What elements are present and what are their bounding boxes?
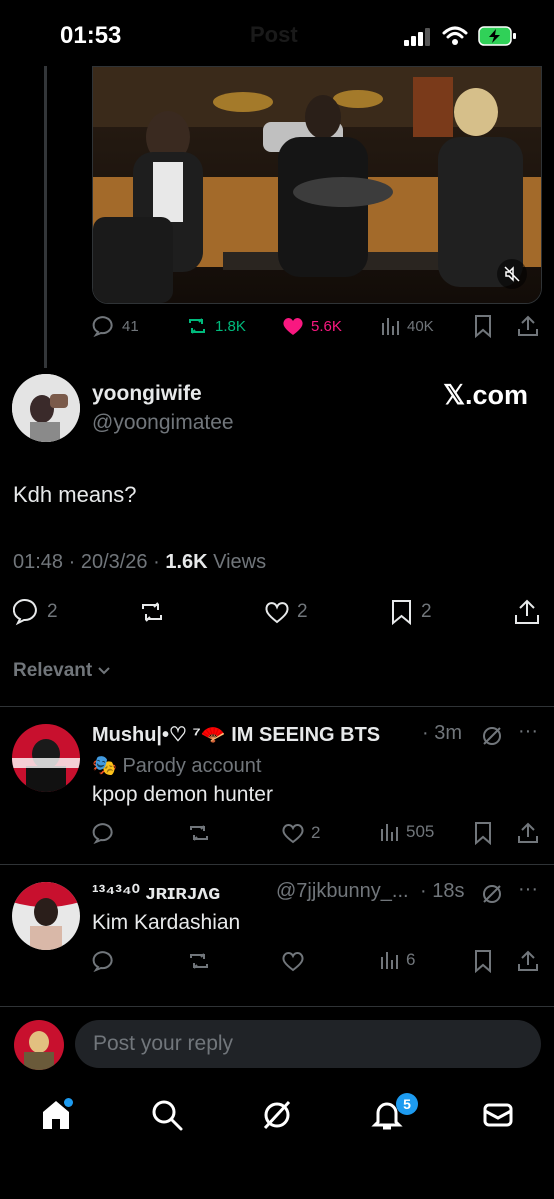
reply-age: · 3m xyxy=(422,722,462,744)
repost-count: 1.8K xyxy=(215,317,246,335)
chevron-down-icon xyxy=(98,667,111,675)
divider xyxy=(0,1006,554,1007)
quoted-action-bar: 41 1.8K 5.6K 40K xyxy=(92,314,542,338)
view-count: 6 xyxy=(406,950,416,969)
heart-icon[interactable] xyxy=(281,949,305,973)
search-icon[interactable] xyxy=(150,1098,184,1132)
wifi-icon xyxy=(442,26,468,45)
muted-speaker-icon xyxy=(504,266,520,282)
video-thumbnail[interactable] xyxy=(92,66,542,304)
like-count: 5.6K xyxy=(311,317,342,335)
reply-avatar[interactable] xyxy=(12,724,80,792)
more-options-icon[interactable]: ··· xyxy=(518,720,538,743)
repost-icon[interactable] xyxy=(186,821,212,845)
bookmark-count: 2 xyxy=(421,601,432,622)
current-user-avatar[interactable] xyxy=(14,1020,64,1070)
repost-action[interactable]: 1.8K xyxy=(185,314,246,338)
like-action[interactable]: 5.6K xyxy=(281,314,342,338)
views-action[interactable]: 505 xyxy=(378,821,434,843)
views-action[interactable]: 6 xyxy=(378,949,415,971)
author-avatar-image xyxy=(12,374,80,442)
view-count: 505 xyxy=(406,822,435,841)
tweet-views-label: Views xyxy=(207,551,267,573)
views-icon xyxy=(381,952,398,969)
parody-badge: 🎭 Parody account xyxy=(92,755,262,777)
views-action[interactable]: 40K xyxy=(379,315,434,337)
views-icon xyxy=(381,824,398,841)
repost-icon[interactable] xyxy=(137,598,167,626)
like-count: 2 xyxy=(297,601,308,622)
reply-count: 2 xyxy=(47,601,58,622)
thread-line xyxy=(44,66,47,368)
tweet-action-bar: 2 2 2 xyxy=(13,598,543,626)
reply-avatar[interactable] xyxy=(12,882,80,950)
reply-text: kpop demon hunter xyxy=(92,783,273,806)
home-unread-dot xyxy=(64,1098,73,1107)
reply-composer[interactable] xyxy=(75,1020,541,1068)
sort-dropdown[interactable]: Relevant xyxy=(13,660,111,682)
notifications-badge: 5 xyxy=(396,1093,418,1115)
view-count: 40K xyxy=(407,317,434,335)
sort-label: Relevant xyxy=(13,660,93,681)
grok-icon[interactable] xyxy=(480,724,504,748)
signal-icon xyxy=(404,28,430,46)
reply-icon xyxy=(13,599,37,626)
repost-icon[interactable] xyxy=(186,949,212,973)
reply-avatar-image xyxy=(12,882,80,950)
reply-action[interactable]: 2 xyxy=(13,598,58,626)
grok-icon[interactable] xyxy=(260,1098,294,1132)
like-count: 2 xyxy=(311,823,321,842)
tweet-meta: 01:48 · 20/3/26 · 1.6K Views xyxy=(13,551,266,574)
battery-icon xyxy=(478,26,516,46)
author-name[interactable]: yoongiwife xyxy=(92,382,202,406)
bookmark-icon xyxy=(392,600,411,626)
share-icon[interactable] xyxy=(516,314,540,338)
reply-input[interactable] xyxy=(75,1020,531,1068)
tweet-view-count: 1.6K xyxy=(165,551,208,573)
reply-icon xyxy=(92,316,113,338)
reply-text: Kim Kardashian xyxy=(92,911,241,934)
reply-action[interactable]: 41 xyxy=(92,314,139,338)
heart-icon xyxy=(265,602,289,624)
reply-icon[interactable] xyxy=(92,949,116,973)
reply-author-name[interactable]: ¹³⁴³⁴⁰ ᴊʀɪʀᴊᴧɢ xyxy=(92,880,220,905)
repost-icon xyxy=(189,318,205,334)
current-user-avatar-image xyxy=(14,1020,64,1070)
like-action[interactable]: 2 xyxy=(281,821,320,845)
messages-envelope-icon[interactable] xyxy=(481,1098,515,1132)
like-action[interactable]: 2 xyxy=(263,598,308,626)
reply-avatar-image xyxy=(12,724,80,792)
grok-icon[interactable] xyxy=(480,882,504,906)
bottom-tab-bar xyxy=(0,1080,554,1152)
reply-author-handle[interactable]: @7jjkbunny_... xyxy=(276,880,409,903)
bookmark-icon[interactable] xyxy=(472,821,494,845)
video-frame xyxy=(93,67,541,303)
author-avatar[interactable] xyxy=(12,374,80,442)
source-label: 𝕏.com xyxy=(443,380,528,410)
bookmark-icon[interactable] xyxy=(472,314,494,338)
mute-button[interactable] xyxy=(497,259,527,289)
views-icon xyxy=(382,318,399,335)
more-options-icon[interactable]: ··· xyxy=(518,878,538,901)
reply-author-name[interactable]: Mushu|•♡ ⁷🪭 IM SEEING BTS xyxy=(92,722,380,747)
heart-icon xyxy=(282,824,304,844)
reply-item[interactable]: ¹³⁴³⁴⁰ ᴊʀɪʀᴊᴧɢ @7jjkbunny_... · 18s ··· … xyxy=(0,864,554,1004)
status-bar: Post 01:53 xyxy=(0,0,554,70)
tweet-timestamp: 01:48 · 20/3/26 · xyxy=(13,551,166,573)
heart-filled-icon xyxy=(283,318,303,335)
share-icon[interactable] xyxy=(516,949,540,973)
bookmark-icon[interactable] xyxy=(472,949,494,973)
page-title: Post xyxy=(250,22,298,47)
bookmark-action[interactable]: 2 xyxy=(389,598,432,626)
status-time: 01:53 xyxy=(60,22,122,49)
reply-item[interactable]: Mushu|•♡ ⁷🪭 IM SEEING BTS · 3m ··· 🎭 Par… xyxy=(0,706,554,864)
reply-age: · 18s xyxy=(420,880,465,902)
share-icon[interactable] xyxy=(513,598,541,626)
reply-count: 41 xyxy=(122,317,139,335)
share-icon[interactable] xyxy=(516,821,540,845)
tweet-text: Kdh means? xyxy=(13,482,137,507)
reply-icon[interactable] xyxy=(92,821,116,845)
author-handle[interactable]: @yoongimatee xyxy=(92,411,234,435)
